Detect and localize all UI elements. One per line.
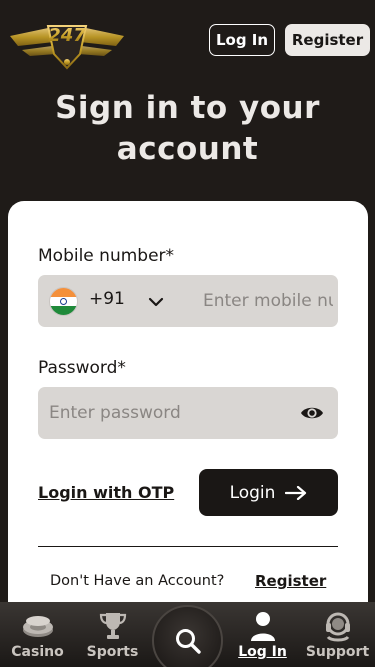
password-input[interactable] [49, 387, 289, 439]
country-dial-code[interactable]: +91 [89, 289, 125, 309]
nav-label-log-in: Log In [238, 644, 287, 660]
nav-item-support[interactable]: Support [300, 602, 375, 667]
register-link[interactable]: Register [255, 572, 326, 590]
user-icon [250, 612, 275, 641]
brand-logo[interactable]: 247 [8, 6, 126, 72]
logo-number: 247 [48, 25, 86, 46]
login-card: Mobile number* +91 Password* Login with … [8, 201, 368, 667]
india-flag-icon[interactable] [49, 287, 78, 316]
headset-icon [325, 612, 350, 642]
header: 247 Log In Register [0, 0, 375, 82]
header-register-label: Register [291, 31, 364, 49]
nav-label-sports: Sports [86, 644, 139, 660]
header-login-label: Log In [215, 31, 269, 49]
nav-item-sports[interactable]: Sports [75, 602, 150, 667]
nav-item-casino[interactable]: Casino [0, 602, 75, 667]
login-with-otp-link[interactable]: Login with OTP [38, 483, 174, 502]
arrow-right-icon [285, 485, 307, 500]
header-login-button[interactable]: Log In [209, 24, 275, 56]
password-label: Password* [38, 358, 126, 378]
password-field [38, 387, 338, 439]
nav-item-log-in[interactable]: Log In [225, 602, 300, 667]
trophy-icon [99, 613, 126, 639]
nav-label-casino: Casino [11, 644, 64, 660]
mobile-number-field: +91 [38, 275, 338, 327]
login-button[interactable]: Login [199, 469, 338, 516]
casino-chip-icon [22, 616, 53, 637]
mobile-number-label: Mobile number* [38, 246, 175, 266]
header-register-button[interactable]: Register [285, 24, 370, 56]
mobile-number-input[interactable] [203, 275, 333, 327]
chevron-down-icon[interactable] [146, 292, 166, 312]
no-account-text: Don't Have an Account? [50, 573, 225, 589]
eye-icon[interactable] [300, 403, 324, 423]
divider [38, 546, 338, 547]
search-icon [175, 628, 201, 654]
page-title: Sign in to your account [55, 90, 320, 167]
nav-label-support: Support [305, 644, 370, 660]
search-button[interactable] [152, 605, 223, 667]
login-button-label: Login [229, 482, 276, 503]
